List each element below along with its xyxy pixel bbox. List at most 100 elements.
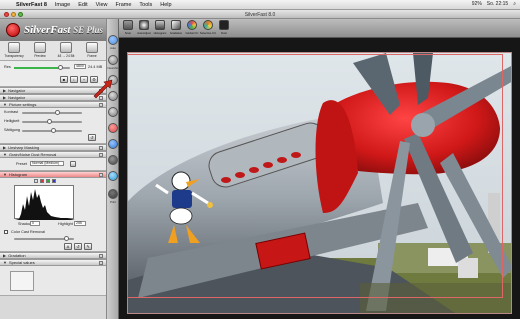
highlight-label: Highlight [58,222,73,226]
color-cast-checkbox[interactable] [4,230,8,234]
brand-name: SilverFast SE Plus [24,24,103,36]
prescan-image[interactable] [127,52,512,314]
color-cast-label: Color Cast Removal [11,230,45,234]
brightness-slider-knob[interactable] [47,119,52,124]
global-cc-icon [187,20,197,30]
section-navigator[interactable]: ▶Navigator× [0,87,106,94]
srd-icon[interactable] [108,155,118,165]
close-icon[interactable]: × [99,254,103,258]
tool-sidebar: Auto NeuroSc Print [107,19,119,319]
gradation-tool-icon [171,20,181,30]
section-noise-reduction[interactable]: ▼ Grain/Noise Dust Removal × [0,151,106,158]
histogram-reset-button[interactable]: ↺ [74,243,82,250]
color-cast-slider[interactable] [14,236,74,241]
contrast-slider[interactable] [22,110,82,115]
menu-clock[interactable]: So. 22:15 [487,1,508,7]
selective-color-icon[interactable] [108,123,118,133]
spotlight-icon[interactable]: ⌕ [513,1,516,7]
section-histogram[interactable]: ▼ Histogram × [0,171,106,178]
section-special-values[interactable]: ▼ Special values × [0,259,106,266]
menu-image[interactable]: Image [55,2,70,8]
section-gradation[interactable]: ▶ Gradation × [0,252,106,259]
color-icon[interactable] [108,171,118,181]
channel-green-swatch[interactable] [46,179,50,183]
bitdepth-tool[interactable]: 48 → 24 Bit [54,42,78,59]
toolbar-histogram[interactable]: Histogram [153,19,167,37]
picture-settings-body: Kontrast Helligkeit Sättigung ↺ [0,108,106,144]
close-icon[interactable]: × [99,103,103,107]
brightness-slider[interactable] [22,119,82,124]
toolbar-gradation[interactable]: Gradation [169,19,183,37]
preview-tool[interactable]: Preview [28,42,52,59]
reset-button[interactable]: ■ [60,76,68,83]
toolbar-hist-label: Histogram [153,31,167,35]
toolbar-selective-cc[interactable]: Selective CC [200,19,216,37]
auto-icon[interactable] [108,35,118,45]
close-icon[interactable]: × [99,146,103,150]
toolbar-dust-label: Dust [221,31,227,35]
close-icon[interactable]: × [99,261,103,265]
channel-blue-swatch[interactable] [52,179,56,183]
info-button[interactable]: i [70,76,78,83]
close-icon[interactable]: × [99,173,103,177]
saturation-slider-knob[interactable] [51,128,56,133]
saturation-slider[interactable] [22,128,82,133]
auto-adjust-icon [139,20,149,30]
section-navigator-2[interactable]: ▶ Navigator × [0,94,106,101]
dust-tool-icon [219,20,229,30]
preset-icon-button[interactable] [70,161,76,167]
frame-icon [86,42,98,53]
preview-label: Preview [34,54,46,58]
menu-view[interactable]: View [96,2,108,8]
color-cast-slider-knob[interactable] [64,236,69,241]
transparency-tool[interactable]: Transparency [2,42,26,59]
section-special-title: Special values [8,260,35,265]
frame-tool[interactable]: Frame [80,42,104,59]
menu-tools[interactable]: Tools [139,2,152,8]
histogram-auto-button[interactable]: A [64,243,72,250]
toolbar-global-cc[interactable]: Global CC [185,19,199,37]
histogram-eyedropper-button[interactable]: ✎ [84,243,92,250]
menu-app[interactable]: SilverFast 8 [16,2,47,8]
toolbar-scan[interactable]: Scan [121,19,135,37]
preset-select[interactable]: Normal (Medium) [30,161,64,166]
apple-menu-icon[interactable] [4,1,10,8]
resolution-slider[interactable] [14,65,70,70]
highlight-field[interactable]: 255 [74,221,86,226]
zoom-button[interactable]: + [80,76,88,83]
histogram-graph[interactable] [14,185,75,220]
window-title: SilverFast 8.0 [244,12,276,18]
resolution-field[interactable]: 4800 [74,64,86,69]
histogram-curve [15,189,75,220]
silverfast-logo-icon [6,23,20,37]
main-toolbar: Scan AutoAdjust Histogram Gradation Glob… [119,19,520,38]
toolbar-dust[interactable]: Dust [217,19,231,37]
window-title-bar: SilverFast 8.0 [0,10,520,19]
bitdepth-label: 48 → 24 Bit [57,54,75,58]
menu-edit[interactable]: Edit [78,2,87,8]
print-icon[interactable] [108,189,118,199]
section-unsharp-masking[interactable]: ▶ Unsharp Masking × [0,144,106,151]
contrast-slider-knob[interactable] [55,110,60,115]
section-navigator2-title: Navigator [8,95,26,100]
channel-red-swatch[interactable] [40,179,44,183]
close-icon[interactable]: × [99,153,103,157]
toolbar-auto-label: AutoAdjust [137,31,151,35]
resolution-slider-knob[interactable] [58,65,63,70]
grain-icon[interactable] [108,139,118,149]
res-label: Res [4,65,11,69]
channel-rgb-swatch[interactable] [34,179,38,183]
section-picture-settings[interactable]: ▼ Picture settings × [0,101,106,108]
menu-frame[interactable]: Frame [116,2,132,8]
picture-settings-reset-button[interactable]: ↺ [88,134,96,141]
preset-label: Preset [16,162,27,166]
shadow-field[interactable]: 0 [30,221,40,226]
preview-canvas[interactable] [119,38,520,319]
neurosc-icon[interactable] [108,55,118,65]
battery-status: 92% [471,1,482,7]
toolbar-auto-adjust[interactable]: AutoAdjust [137,19,151,37]
dust-icon[interactable] [108,107,118,117]
menu-help[interactable]: Help [160,2,171,8]
saturation-label: Sättigung [4,128,21,132]
section-usm-title: Unsharp Masking [8,145,40,150]
